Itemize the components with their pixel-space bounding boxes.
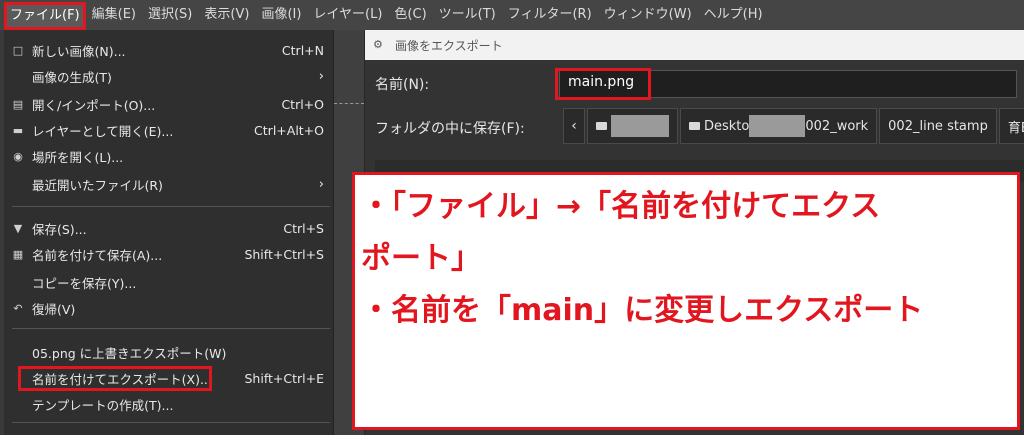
- menu-item-label: 05.png に上書きエクスポート(W): [32, 346, 227, 361]
- crumb-desktop[interactable]: Deskto 002_work: [680, 108, 878, 144]
- open-as-layer-icon: ▬: [12, 124, 24, 137]
- folder-icon: [596, 122, 607, 130]
- menu-item-save[interactable]: ▼ 保存(S)... Ctrl+S: [4, 216, 334, 241]
- menu-item-label: 保存(S)...: [32, 222, 87, 237]
- menu-item-open[interactable]: ▤ 開く/インポート(O)... Ctrl+O: [4, 92, 334, 117]
- back-button[interactable]: ‹: [563, 108, 585, 144]
- redacted-area: [611, 115, 669, 137]
- menu-bar: ファイル(F) 編集(E) 選択(S) 表示(V) 画像(I) レイヤー(L) …: [0, 0, 1024, 30]
- menu-item-label: 復帰(V): [32, 302, 76, 317]
- menu-item-shortcut: Ctrl+O: [281, 97, 324, 112]
- chevron-right-icon: ›: [318, 69, 324, 84]
- menu-windows[interactable]: ウィンドウ(W): [598, 0, 698, 30]
- crumb-next[interactable]: 育E: [998, 108, 1024, 144]
- menu-item-label: 場所を開く(L)...: [32, 150, 124, 165]
- menu-view[interactable]: 表示(V): [198, 0, 255, 30]
- menu-item-label: 最近開いたファイル(R): [32, 178, 163, 193]
- menu-image[interactable]: 画像(I): [255, 0, 307, 30]
- save-icon: ▼: [13, 222, 23, 235]
- menu-separator: [12, 328, 330, 329]
- menu-file[interactable]: ファイル(F): [4, 2, 86, 30]
- save-as-icon: ▦: [12, 248, 24, 261]
- menu-item-shortcut: Shift+Ctrl+S: [244, 247, 324, 262]
- menu-color[interactable]: 色(C): [388, 0, 432, 30]
- menu-item-create[interactable]: 画像の生成(T) ›: [4, 64, 334, 89]
- menu-item-overwrite[interactable]: 05.png に上書きエクスポート(W): [4, 340, 334, 365]
- menu-item-save-copy[interactable]: コピーを保存(Y)...: [4, 270, 334, 295]
- menu-item-label: レイヤーとして開く(E)...: [32, 124, 174, 139]
- menu-item-open-location[interactable]: ◉ 場所を開く(L)...: [4, 144, 334, 169]
- menu-item-recent[interactable]: 最近開いたファイル(R) ›: [4, 172, 334, 197]
- crumb-label: 育E: [1007, 120, 1024, 136]
- menu-item-label: コピーを保存(Y)...: [32, 276, 137, 291]
- name-label: 名前(N):: [375, 77, 430, 93]
- gimp-icon: ⚙: [373, 38, 383, 51]
- menu-separator: [12, 206, 330, 207]
- menu-item-revert[interactable]: ↶ 復帰(V): [4, 296, 334, 321]
- crumb-label: Deskto: [704, 118, 750, 134]
- crumb-label: 002_line stamp: [888, 118, 988, 134]
- new-image-icon: □: [12, 44, 24, 57]
- globe-icon: ◉: [13, 150, 23, 163]
- filename-highlight: [555, 68, 651, 100]
- menu-item-shortcut: Ctrl+N: [281, 43, 324, 58]
- menu-help[interactable]: ヘルプ(H): [698, 0, 769, 30]
- menu-tools[interactable]: ツール(T): [433, 0, 502, 30]
- instruction-line-1a: ・「ファイル」→「名前を付けてエクス: [361, 189, 881, 224]
- crumb-label: 002_work: [805, 118, 869, 134]
- dialog-titlebar: ⚙ 画像をエクスポート: [365, 30, 1024, 60]
- menu-select[interactable]: 選択(S): [142, 0, 198, 30]
- instruction-line-1b: ポート」: [361, 241, 481, 276]
- menu-item-label: 新しい画像(N)...: [32, 44, 126, 59]
- instruction-line-2: ・名前を「main」に変更しエクスポート: [361, 293, 924, 328]
- menu-item-label: 名前を付けて保存(A)...: [32, 248, 163, 263]
- menu-item-shortcut: Shift+Ctrl+E: [244, 371, 325, 386]
- menu-item-label: 画像の生成(T): [32, 70, 112, 85]
- menu-filters[interactable]: フィルター(R): [502, 0, 598, 30]
- breadcrumb: ‹ Deskto 002_work 002_line stamp 育E: [563, 108, 1024, 144]
- chevron-right-icon: ›: [318, 177, 324, 192]
- dialog-title: 画像をエクスポート: [395, 38, 503, 53]
- redacted-area: [749, 115, 806, 137]
- export-as-highlight: [18, 366, 212, 391]
- folder-label: フォルダの中に保存(F):: [375, 121, 525, 137]
- menu-edit[interactable]: 編集(E): [86, 0, 142, 30]
- menu-separator: [12, 422, 330, 423]
- ruler: [334, 96, 364, 104]
- menu-item-new-image[interactable]: □ 新しい画像(N)... Ctrl+N: [4, 38, 334, 63]
- folder-icon: [689, 122, 700, 130]
- instruction-note: ・「ファイル」→「名前を付けてエクス ポート」 ・名前を「main」に変更しエク…: [352, 172, 1020, 430]
- crumb-line-stamp[interactable]: 002_line stamp: [879, 108, 997, 144]
- crumb-redacted[interactable]: [587, 108, 678, 144]
- menu-item-create-template[interactable]: テンプレートの作成(T)...: [4, 392, 334, 417]
- menu-item-shortcut: Ctrl+Alt+O: [254, 123, 324, 138]
- open-icon: ▤: [12, 98, 24, 111]
- menu-item-shortcut: Ctrl+S: [283, 221, 324, 236]
- menu-item-label: 開く/インポート(O)...: [32, 98, 156, 113]
- menu-layer[interactable]: レイヤー(L): [307, 0, 388, 30]
- revert-icon: ↶: [13, 302, 23, 315]
- file-menu-dropdown: □ 新しい画像(N)... Ctrl+N 画像の生成(T) › ▤ 開く/インポ…: [4, 30, 334, 435]
- menu-item-label: テンプレートの作成(T)...: [32, 398, 174, 413]
- menu-item-save-as[interactable]: ▦ 名前を付けて保存(A)... Shift+Ctrl+S: [4, 242, 334, 267]
- menu-item-open-as-layers[interactable]: ▬ レイヤーとして開く(E)... Ctrl+Alt+O: [4, 118, 334, 143]
